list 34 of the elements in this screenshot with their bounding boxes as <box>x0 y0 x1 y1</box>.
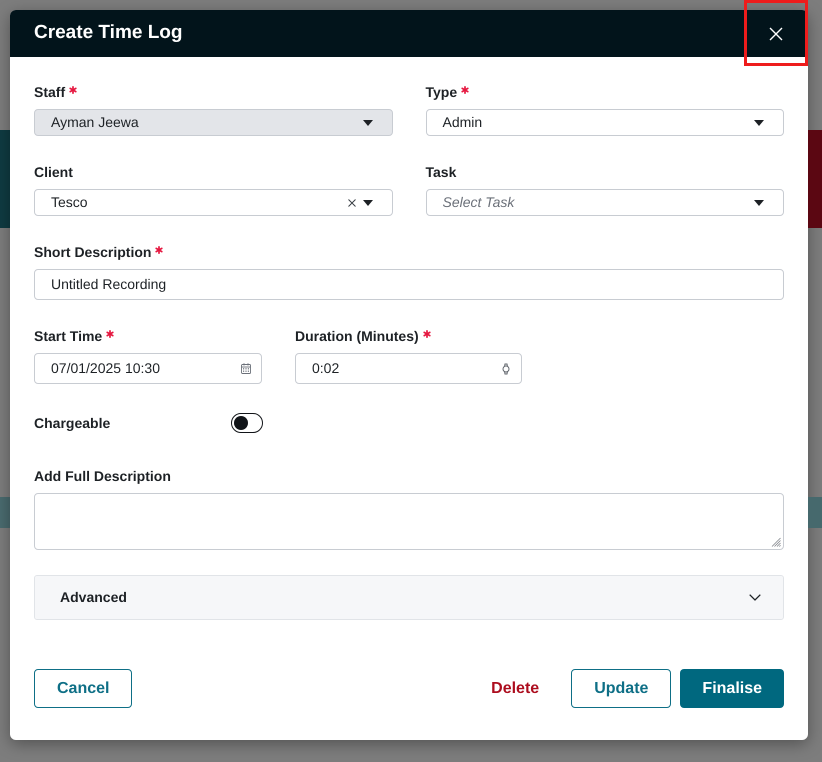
field-label: Chargeable <box>34 414 112 433</box>
calendar-icon[interactable] <box>241 363 251 374</box>
field-label: Client <box>34 163 73 182</box>
backdrop-strip <box>808 497 822 528</box>
dialog-title: Create Time Log <box>34 21 183 46</box>
caret-down-icon <box>754 120 764 126</box>
duration-field[interactable]: 0:02 <box>295 353 522 384</box>
resize-grip-icon[interactable] <box>771 537 781 547</box>
field-label: Task <box>426 163 456 182</box>
dropdown-field[interactable]: Select Task <box>426 189 784 216</box>
field-label: Duration (Minutes) <box>295 327 419 346</box>
date-time-field[interactable]: 07/01/2025 10:30 <box>34 353 262 384</box>
field-label: Type <box>426 83 458 102</box>
watch-icon[interactable] <box>502 362 510 374</box>
dropdown-field[interactable]: Admin <box>426 109 784 136</box>
close-icon <box>769 26 783 40</box>
action-button[interactable]: Cancel <box>34 669 132 708</box>
delete-link[interactable]: Delete <box>475 669 556 708</box>
chevron-down-icon <box>749 594 761 601</box>
action-button[interactable]: Finalise <box>680 669 784 708</box>
text-field[interactable]: Untitled Recording <box>34 269 784 300</box>
field-label: Start Time <box>34 327 102 346</box>
caret-down-icon <box>362 200 372 206</box>
advanced-accordion[interactable]: Advanced <box>34 575 784 620</box>
action-button[interactable]: Update <box>571 669 672 708</box>
backdrop-strip <box>0 497 10 528</box>
field-label: Add Full Description <box>34 467 171 486</box>
caret-down-icon <box>754 200 764 206</box>
toggle-switch[interactable] <box>231 413 263 433</box>
field-label: Short Description <box>34 243 152 262</box>
caret-down-icon <box>362 120 372 126</box>
field-label: Staff <box>34 83 66 102</box>
dropdown-field[interactable]: Tesco <box>34 189 392 216</box>
clear-icon[interactable] <box>348 198 356 206</box>
